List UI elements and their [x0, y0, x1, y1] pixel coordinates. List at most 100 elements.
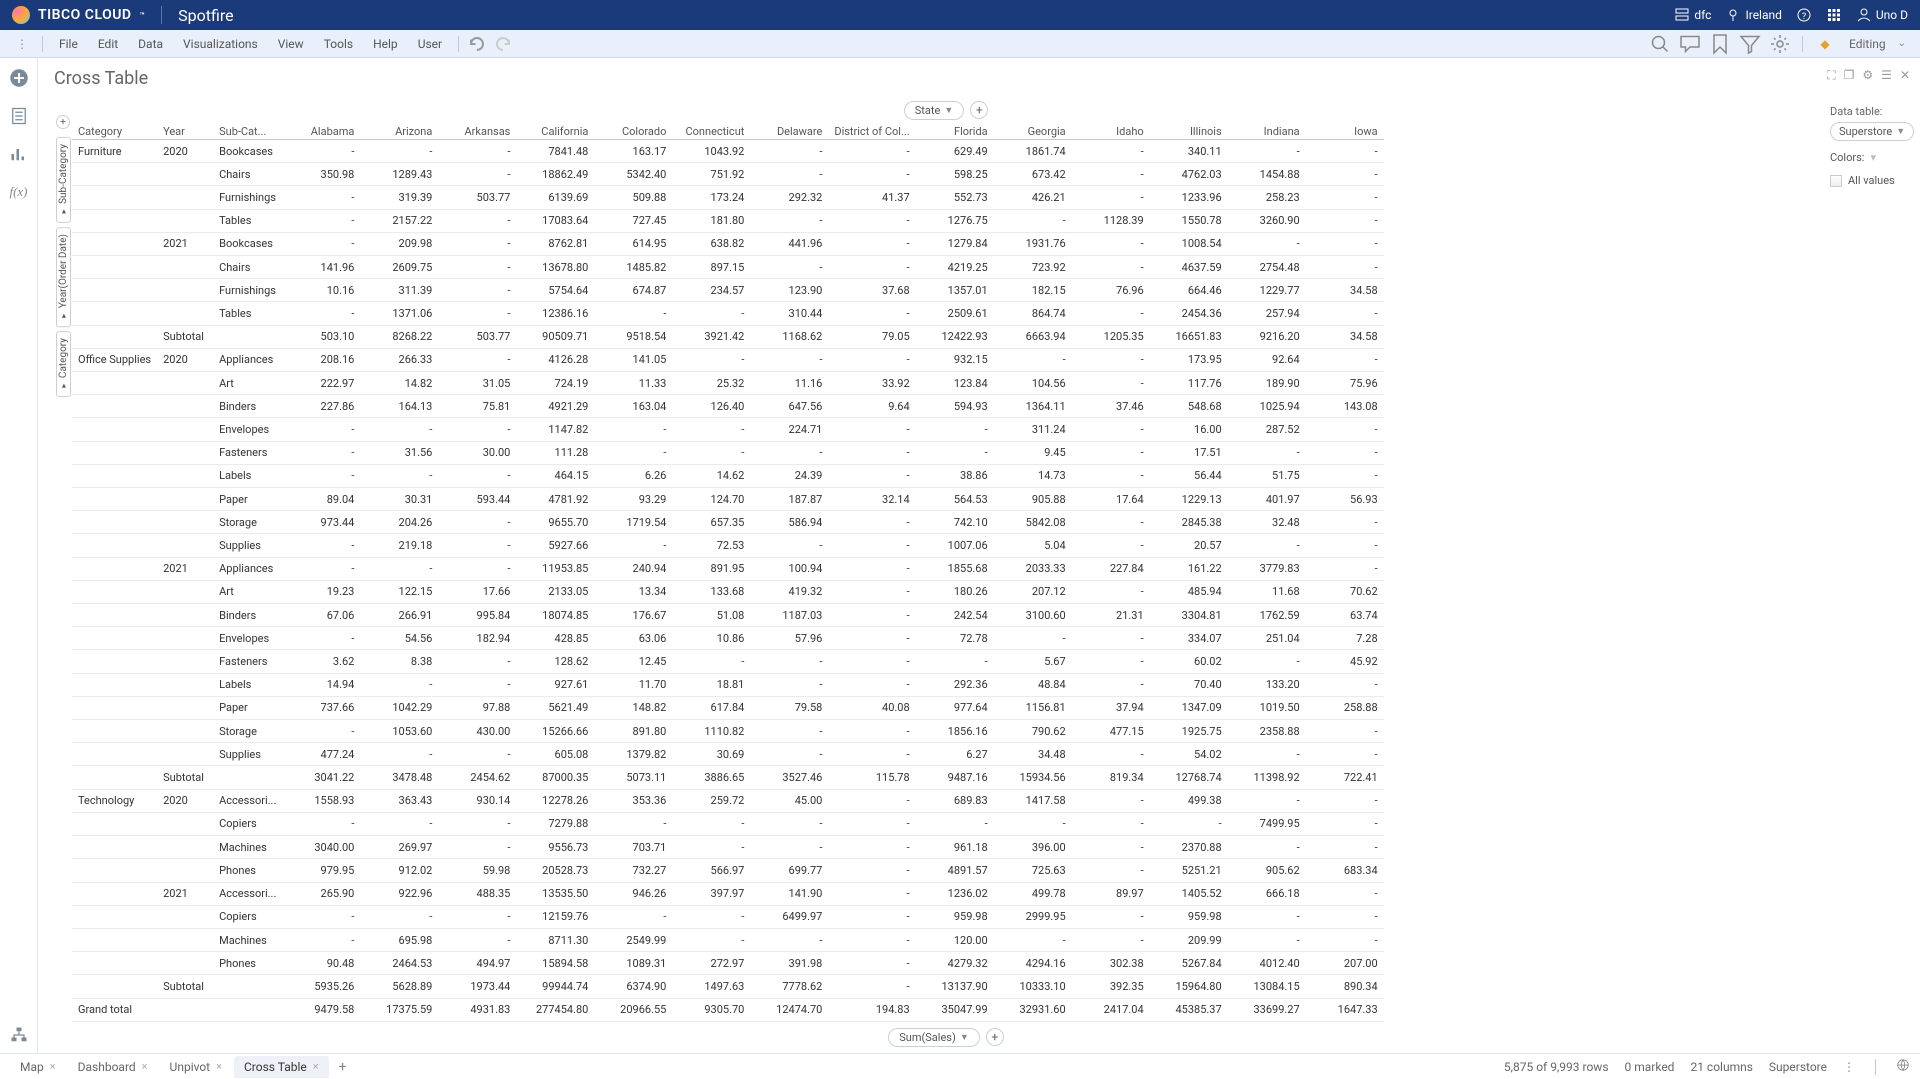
- table-row[interactable]: Office Supplies2020Appliances208.16266.3…: [72, 348, 1384, 371]
- table-row[interactable]: Envelopes---1147.82--224.71--311.24-16.0…: [72, 418, 1384, 441]
- chart-icon[interactable]: [9, 144, 29, 164]
- header-state[interactable]: Alabama: [282, 124, 360, 140]
- table-row[interactable]: Storage-1053.60430.0015266.66891.801110.…: [72, 720, 1384, 743]
- help-icon[interactable]: ?: [1796, 7, 1812, 23]
- table-row[interactable]: Binders227.86164.1375.814921.29163.04126…: [72, 395, 1384, 418]
- globe-icon[interactable]: [1896, 1058, 1910, 1075]
- header-state[interactable]: Arizona: [360, 124, 438, 140]
- table-row[interactable]: Supplies477.24--605.081379.8230.69--6.27…: [72, 743, 1384, 766]
- notification-icon[interactable]: ◆: [1813, 32, 1837, 56]
- tab-dashboard[interactable]: Dashboard×: [68, 1056, 158, 1078]
- table-row[interactable]: Technology2020Accessori...1558.93363.439…: [72, 789, 1384, 812]
- table-row[interactable]: 2021Appliances---11953.85240.94891.95100…: [72, 557, 1384, 580]
- tab-cross-table[interactable]: Cross Table×: [234, 1056, 329, 1078]
- close-tab-icon[interactable]: ×: [216, 1060, 222, 1073]
- header-year[interactable]: Year: [157, 124, 213, 140]
- filter-icon[interactable]: [1738, 32, 1762, 56]
- redo-icon[interactable]: [491, 32, 515, 56]
- table-row[interactable]: Phones90.482464.53494.9715894.581089.312…: [72, 952, 1384, 975]
- apps-grid-icon[interactable]: [1826, 7, 1842, 23]
- header-state[interactable]: California: [516, 124, 594, 140]
- table-row[interactable]: Chairs141.962609.75-13678.801485.82897.1…: [72, 256, 1384, 279]
- list-icon[interactable]: ☰: [1881, 68, 1892, 83]
- header-state[interactable]: Colorado: [594, 124, 672, 140]
- table-row[interactable]: Envelopes-54.56182.94428.8563.0610.8657.…: [72, 627, 1384, 650]
- fx-icon[interactable]: f(x): [9, 182, 29, 202]
- header-state[interactable]: Indiana: [1228, 124, 1306, 140]
- table-row[interactable]: Tables-1371.06-12386.16--310.44-2509.618…: [72, 302, 1384, 325]
- table-row[interactable]: Machines3040.00269.97-9556.73703.71---96…: [72, 836, 1384, 859]
- tab-unpivot[interactable]: Unpivot×: [160, 1056, 232, 1078]
- table-row[interactable]: Subtotal3041.223478.482454.6287000.35507…: [72, 766, 1384, 789]
- header-category[interactable]: Category: [72, 124, 157, 140]
- table-row[interactable]: Supplies-219.18-5927.66-72.53--1007.065.…: [72, 534, 1384, 557]
- add-column-axis-icon[interactable]: +: [970, 101, 988, 119]
- table-row[interactable]: 2021Accessori...265.90922.96488.3513535.…: [72, 882, 1384, 905]
- table-row[interactable]: Fasteners3.628.38-128.6212.45----5.67-60…: [72, 650, 1384, 673]
- user-menu[interactable]: Uno D: [1856, 7, 1908, 23]
- bookmark-icon[interactable]: [1708, 32, 1732, 56]
- mode-chevron-icon[interactable]: ⌄: [1898, 38, 1912, 49]
- row-axis-category[interactable]: ▸Category: [56, 331, 71, 397]
- table-row[interactable]: Chairs350.981289.43-18862.495342.40751.9…: [72, 163, 1384, 186]
- close-viz-icon[interactable]: ✕: [1900, 68, 1910, 83]
- menu-handle-icon[interactable]: ⋮: [8, 37, 36, 51]
- undo-icon[interactable]: [465, 32, 489, 56]
- close-tab-icon[interactable]: ×: [142, 1060, 148, 1073]
- data-table-selector[interactable]: Superstore ▼: [1830, 122, 1914, 141]
- comment-icon[interactable]: [1678, 32, 1702, 56]
- add-icon[interactable]: [9, 68, 29, 88]
- menu-visualizations[interactable]: Visualizations: [173, 33, 268, 55]
- tab-map[interactable]: Map×: [10, 1056, 66, 1078]
- cross-table-wrap[interactable]: CategoryYearSub-Cat...AlabamaArizonaArka…: [72, 124, 1820, 1022]
- menu-user[interactable]: User: [408, 33, 452, 55]
- search-icon[interactable]: [1648, 32, 1672, 56]
- menu-tools[interactable]: Tools: [314, 33, 363, 55]
- table-row[interactable]: Copiers---12159.76--6499.97-959.982999.9…: [72, 905, 1384, 928]
- table-row[interactable]: 2021Bookcases-209.98-8762.81614.95638.82…: [72, 232, 1384, 255]
- column-axis-pill[interactable]: State ▼: [904, 101, 964, 120]
- row-axis-sub-category[interactable]: ▸Sub-Category: [56, 137, 71, 223]
- table-row[interactable]: Labels14.94--927.6111.7018.81--292.3648.…: [72, 673, 1384, 696]
- header-state[interactable]: Illinois: [1150, 124, 1228, 140]
- header-state[interactable]: Delaware: [750, 124, 828, 140]
- region-indicator[interactable]: Ireland: [1725, 7, 1781, 23]
- menu-view[interactable]: View: [268, 33, 314, 55]
- table-row[interactable]: Paper737.661042.2997.885621.49148.82617.…: [72, 696, 1384, 719]
- header-state[interactable]: Georgia: [994, 124, 1072, 140]
- filter-small-icon[interactable]: ▾: [1870, 151, 1876, 164]
- status-more-icon[interactable]: ⋮: [1843, 1060, 1855, 1074]
- table-row[interactable]: Grand total9479.5817375.594931.83277454.…: [72, 998, 1384, 1021]
- table-row[interactable]: Subtotal5935.265628.891973.4499944.74637…: [72, 975, 1384, 998]
- viz-settings-icon[interactable]: ⚙: [1862, 68, 1873, 83]
- table-row[interactable]: Art19.23122.1517.662133.0513.34133.68419…: [72, 580, 1384, 603]
- table-row[interactable]: Phones979.95912.0259.9820528.73732.27566…: [72, 859, 1384, 882]
- expand-icon[interactable]: ⛶: [1827, 68, 1835, 83]
- header-state[interactable]: District of Col...: [828, 124, 915, 140]
- table-row[interactable]: Paper89.0430.31593.444781.9293.29124.701…: [72, 488, 1384, 511]
- pages-icon[interactable]: [9, 106, 29, 126]
- color-legend-item[interactable]: All values: [1830, 174, 1910, 187]
- menu-file[interactable]: File: [49, 33, 88, 55]
- table-row[interactable]: Copiers---7279.88--------7499.95-: [72, 812, 1384, 835]
- table-row[interactable]: Art222.9714.8231.05724.1911.3325.3211.16…: [72, 372, 1384, 395]
- header-subcategory[interactable]: Sub-Cat...: [213, 124, 282, 140]
- close-tab-icon[interactable]: ×: [313, 1060, 319, 1073]
- header-state[interactable]: Florida: [916, 124, 994, 140]
- table-row[interactable]: Furnishings-319.39503.776139.69509.88173…: [72, 186, 1384, 209]
- hierarchy-icon[interactable]: [9, 1025, 29, 1045]
- row-axis-year-order-date-[interactable]: ▸Year(Order Date): [56, 227, 71, 327]
- table-row[interactable]: Binders67.06266.91995.8418074.85176.6751…: [72, 604, 1384, 627]
- table-row[interactable]: Tables-2157.22-17083.64727.45181.80--127…: [72, 209, 1384, 232]
- duplicate-icon[interactable]: ❐: [1844, 68, 1855, 83]
- menu-edit[interactable]: Edit: [88, 33, 128, 55]
- server-indicator[interactable]: dfc: [1674, 7, 1711, 23]
- value-axis-pill[interactable]: Sum(Sales) ▼: [888, 1028, 979, 1047]
- table-row[interactable]: Furnishings10.16311.39-5754.64674.87234.…: [72, 279, 1384, 302]
- header-state[interactable]: Connecticut: [672, 124, 750, 140]
- header-state[interactable]: Arkansas: [438, 124, 516, 140]
- table-row[interactable]: Machines-695.98-8711.302549.99---120.00-…: [72, 928, 1384, 951]
- header-state[interactable]: Iowa: [1306, 124, 1384, 140]
- table-row[interactable]: Labels---464.156.2614.6224.39-38.8614.73…: [72, 464, 1384, 487]
- add-row-axis-icon[interactable]: +: [56, 115, 70, 129]
